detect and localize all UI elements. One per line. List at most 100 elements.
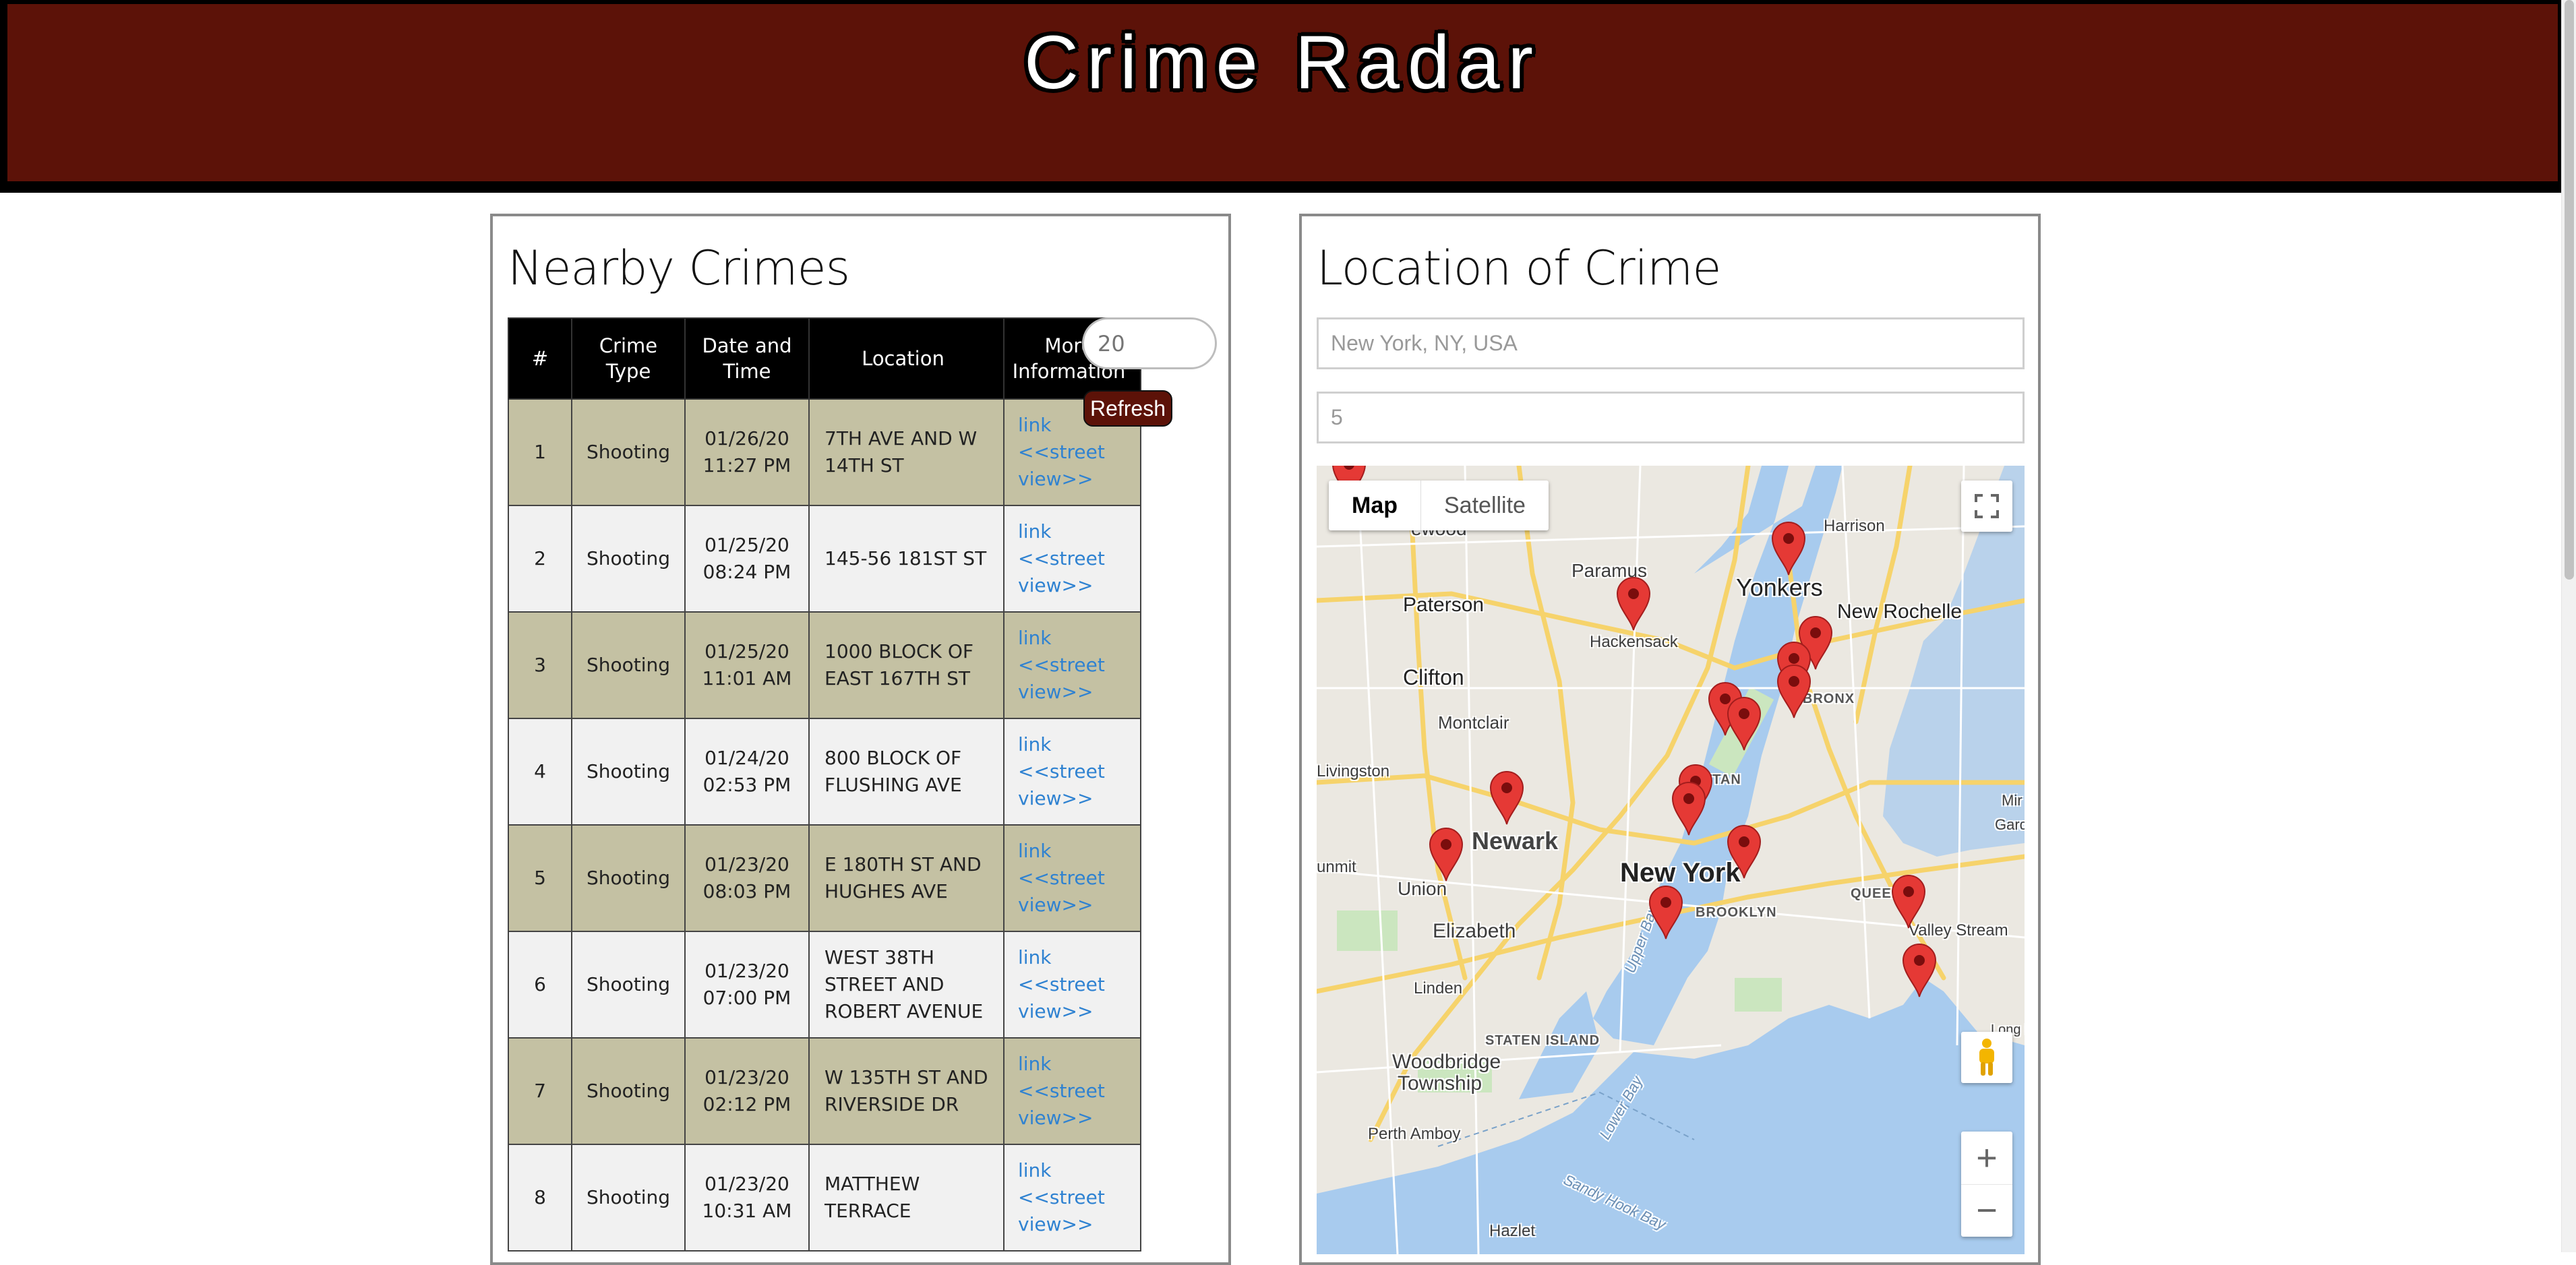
cell-time: 02:53 PM	[702, 774, 791, 796]
table-header-row: # Crime Type Date and Time Location More…	[508, 317, 1141, 400]
cell-location-line: E 180TH ST AND	[825, 853, 982, 875]
street-view-link[interactable]: <<street view>>	[1018, 1184, 1139, 1238]
map-label-hazlet: Hazlet	[1489, 1222, 1536, 1240]
cell-number: 6	[508, 931, 572, 1039]
map-label-mineola: Mir	[2002, 792, 2023, 809]
map-pin-icon[interactable]	[1488, 769, 1526, 826]
more-info-link[interactable]: link	[1018, 1157, 1139, 1184]
more-info-link[interactable]: link	[1018, 838, 1139, 865]
crime-count-input[interactable]	[1082, 317, 1217, 369]
street-view-pegman-button[interactable]	[1961, 1032, 2012, 1083]
map-label-township: Township	[1398, 1072, 1482, 1094]
cell-date: 01/23/20	[705, 1066, 789, 1088]
cell-location: WEST 38TH STREET AND ROBERT AVENUE	[808, 931, 1005, 1039]
location-title: Location of Crime	[1317, 241, 1721, 296]
street-view-link[interactable]: <<street view>>	[1018, 971, 1139, 1025]
map-pin-icon[interactable]	[1615, 575, 1652, 631]
street-view-link-line: view>>	[1018, 1000, 1094, 1022]
refresh-button[interactable]: Refresh	[1083, 390, 1172, 427]
map-label-montclair: Montclair	[1438, 712, 1509, 733]
map-label-newark: Newark	[1472, 827, 1559, 855]
cell-location: MATTHEW TERRACE	[808, 1144, 1005, 1252]
cell-date: 01/26/20	[705, 427, 789, 450]
street-view-link[interactable]: <<street view>>	[1018, 1078, 1139, 1132]
cell-more-info: link <<street view>>	[1003, 611, 1141, 719]
map-pin-icon[interactable]	[1427, 826, 1465, 882]
map-label-summit: unmit	[1317, 858, 1356, 876]
crime-map[interactable]: Yonkers New Rochelle Harrison Paterson P…	[1317, 466, 2025, 1254]
cell-location-line: MATTHEW	[825, 1173, 920, 1195]
page-scrollbar[interactable]	[2561, 0, 2576, 1252]
map-pin-icon[interactable]	[1670, 780, 1708, 836]
map-pin-icon[interactable]	[1647, 884, 1685, 940]
cell-more-info: link <<street view>>	[1003, 505, 1141, 613]
more-info-link[interactable]: link	[1018, 625, 1139, 652]
nearby-crimes-panel: Nearby Crimes # Crime Type Date and Time…	[490, 214, 1231, 1265]
cell-time: 08:24 PM	[702, 561, 791, 583]
map-pin-icon[interactable]	[1775, 662, 1813, 719]
map-label-brooklyn: BROOKLYN	[1696, 905, 1777, 920]
map-pin-icon[interactable]	[1725, 695, 1763, 751]
more-info-link[interactable]: link	[1018, 518, 1139, 545]
scrollbar-thumb[interactable]	[2565, 0, 2574, 580]
map-type-map-button[interactable]: Map	[1329, 481, 1421, 530]
cell-more-info: link <<street view>>	[1003, 1037, 1141, 1145]
more-info-link[interactable]: link	[1018, 1051, 1139, 1078]
cell-location-line: WEST 38TH	[825, 946, 934, 968]
page-title: Crime Radar	[1024, 20, 1541, 104]
map-label-paterson: Paterson	[1403, 594, 1485, 616]
street-view-link-line: <<street	[1018, 441, 1105, 463]
street-view-link[interactable]: <<street view>>	[1018, 758, 1139, 812]
cell-crime-type: Shooting	[571, 611, 686, 719]
more-info-link[interactable]: link	[1018, 944, 1139, 971]
cell-location-line: FLUSHING AVE	[825, 774, 962, 796]
street-view-link-line: <<street	[1018, 1080, 1105, 1102]
crimes-table: # Crime Type Date and Time Location More…	[508, 317, 1141, 1252]
zoom-out-button[interactable]: −	[1961, 1185, 2012, 1237]
cell-crime-type: Shooting	[571, 1037, 686, 1145]
cell-time: 10:31 AM	[702, 1200, 792, 1222]
fullscreen-button[interactable]	[1961, 481, 2012, 532]
cell-time: 11:27 PM	[702, 454, 791, 476]
cell-date-time: 01/26/20 11:27 PM	[684, 398, 810, 506]
cell-date: 01/23/20	[705, 1173, 789, 1195]
map-pin-icon[interactable]	[1770, 520, 1807, 576]
street-view-link[interactable]: <<street view>>	[1018, 865, 1139, 919]
header-inner: Crime Radar	[7, 4, 2558, 181]
fullscreen-icon	[1975, 494, 1999, 518]
cell-date-time: 01/23/20 08:03 PM	[684, 824, 810, 932]
street-view-link[interactable]: <<street view>>	[1018, 652, 1139, 706]
map-label-livingston: Livingston	[1317, 762, 1390, 780]
map-pin-icon[interactable]	[1900, 942, 1938, 998]
map-pin-icon[interactable]	[1725, 823, 1763, 880]
cell-date-time: 01/23/20 07:00 PM	[684, 931, 810, 1039]
cell-location-line: ROBERT AVENUE	[825, 1000, 984, 1022]
map-type-satellite-button[interactable]: Satellite	[1421, 481, 1549, 530]
map-label-elizabeth: Elizabeth	[1433, 920, 1516, 942]
column-header-number: #	[508, 317, 572, 400]
cell-location-line: TERRACE	[825, 1200, 911, 1222]
pegman-icon	[1979, 1039, 1994, 1076]
street-view-link-line: view>>	[1018, 1107, 1094, 1129]
street-view-link[interactable]: <<street view>>	[1018, 545, 1139, 599]
more-info-link[interactable]: link	[1018, 731, 1139, 758]
cell-location-line: 1000 BLOCK OF	[825, 640, 974, 662]
cell-date-time: 01/25/20 08:24 PM	[684, 505, 810, 613]
location-search-input[interactable]	[1317, 317, 2025, 369]
header-banner: Crime Radar	[0, 0, 2565, 193]
map-label-new-rochelle: New Rochelle	[1837, 600, 1963, 623]
cell-number: 4	[508, 718, 572, 826]
table-row: 6 Shooting 01/23/20 07:00 PM WEST 38TH STREET…	[508, 931, 1141, 1039]
street-view-link-line: <<street	[1018, 547, 1105, 569]
cell-time: 11:01 AM	[702, 667, 792, 689]
street-view-link-line: <<street	[1018, 973, 1105, 995]
street-view-link[interactable]: <<street view>>	[1018, 439, 1139, 493]
cell-location-line: 800 BLOCK OF	[825, 747, 962, 769]
zoom-control: + −	[1961, 1132, 2012, 1237]
cell-date: 01/23/20	[705, 960, 789, 982]
zoom-in-button[interactable]: +	[1961, 1132, 2012, 1185]
cell-crime-type: Shooting	[571, 398, 686, 506]
cell-date: 01/25/20	[705, 640, 789, 662]
radius-input[interactable]	[1317, 392, 2025, 443]
map-pin-icon[interactable]	[1890, 873, 1927, 929]
